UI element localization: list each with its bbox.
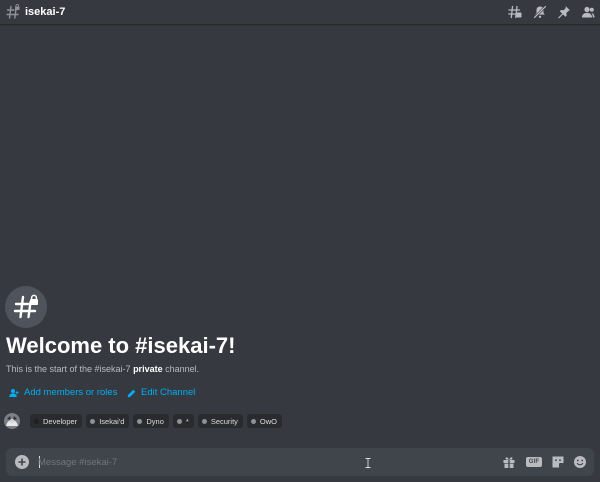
role-label: * [185,416,189,426]
role-label: Developer [43,416,78,426]
role-color-dot [250,418,256,424]
gift-icon[interactable] [502,455,516,469]
members-icon[interactable] [581,5,595,19]
add-member-icon [9,389,19,397]
role-pill[interactable]: * [172,414,194,428]
channel-title: isekai-7 [25,6,66,18]
role-pill[interactable]: Dyno [133,414,169,428]
edit-channel-label: Edit Channel [141,387,196,398]
welcome-subtitle: This is the start of the #isekai-7 priva… [6,363,199,375]
edit-channel-button[interactable]: Edit Channel [127,387,195,399]
private-channel-hash-icon [6,4,20,19]
role-color-dot [34,418,39,424]
emoji-icon[interactable] [573,455,587,469]
mute-icon[interactable] [533,5,547,19]
add-members-label: Add members or roles [24,387,118,398]
add-members-button[interactable]: Add members or roles [9,387,117,399]
role-color-dot [176,418,182,424]
role-label: Security [210,416,238,426]
welcome-subtitle-suffix: channel. [162,364,200,374]
pin-icon[interactable] [557,5,571,19]
role-color-dot [201,418,207,424]
role-pill[interactable]: OwO [246,414,283,428]
threads-icon[interactable] [508,5,522,19]
avatar[interactable] [4,413,20,429]
welcome-subtitle-private: private [133,364,163,374]
role-label: Dyno [146,416,164,426]
role-color-dot [90,418,96,424]
role-label: OwO [259,416,278,426]
upload-button[interactable] [15,455,29,469]
welcome-title: Welcome to #isekai-7! [6,333,236,358]
role-pill[interactable]: Developer [30,414,83,428]
role-color-dot [137,418,143,424]
plus-icon [18,458,26,466]
channel-welcome-icon [5,286,47,328]
gif-button[interactable]: GIF [526,457,542,467]
role-pill[interactable]: Security [197,414,243,428]
channel-header: isekai-7 [0,0,600,24]
sticker-icon[interactable] [551,455,565,469]
pencil-icon [127,389,136,397]
message-input[interactable] [38,453,338,471]
private-channel-hash-icon [13,294,38,319]
channel-roles: Developer Isekai'd Dyno * Security OwO [4,413,286,429]
mouse-ibeam-cursor [365,458,371,468]
avatar-image [4,413,20,429]
role-label: Isekai'd [99,416,125,426]
role-pill[interactable]: Isekai'd [86,414,130,428]
welcome-subtitle-prefix: This is the start of the #isekai-7 [6,364,134,374]
message-composer: GIF [6,448,594,476]
